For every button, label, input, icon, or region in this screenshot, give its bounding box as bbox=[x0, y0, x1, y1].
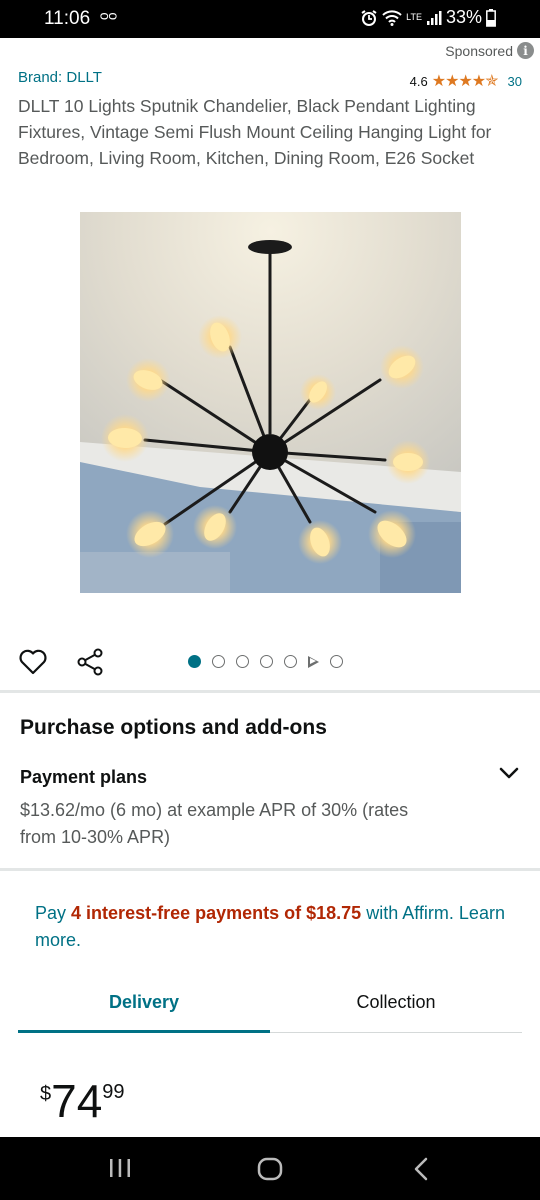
status-icons: LTE 33% bbox=[360, 7, 496, 28]
affirm-highlight: 4 interest-free payments of $18.75 bbox=[71, 903, 362, 923]
divider bbox=[0, 690, 540, 693]
price-whole: 74 bbox=[51, 1075, 103, 1127]
payment-plans-label: Payment plans bbox=[20, 767, 148, 787]
tab-collection[interactable]: Collection bbox=[270, 985, 522, 1033]
sponsored-label[interactable]: Sponsored i bbox=[445, 42, 534, 59]
affirm-rest: with Affirm. bbox=[366, 903, 454, 923]
system-nav-bar bbox=[0, 1137, 540, 1200]
battery-percent: 33% bbox=[445, 7, 482, 27]
back-icon[interactable] bbox=[410, 1157, 432, 1181]
price-symbol: $ bbox=[40, 1083, 52, 1105]
divider bbox=[0, 868, 540, 871]
carousel-dot[interactable] bbox=[260, 655, 273, 668]
payment-plan-text: $13.62/mo (6 mo) at example APR of 30% (… bbox=[20, 800, 409, 847]
image-carousel-indicator[interactable] bbox=[188, 655, 343, 668]
signal-icon bbox=[426, 10, 442, 25]
heart-icon[interactable] bbox=[18, 647, 48, 677]
carousel-dot-active[interactable] bbox=[188, 655, 201, 668]
chevron-down-icon[interactable] bbox=[498, 762, 520, 784]
product-title: DLLT 10 Lights Sputnik Chandelier, Black… bbox=[18, 96, 492, 168]
home-icon[interactable] bbox=[257, 1157, 283, 1181]
chandelier-image bbox=[80, 212, 461, 593]
recent-apps-icon[interactable] bbox=[108, 1157, 132, 1179]
voicemail-icon: ᴑᴑ bbox=[100, 7, 118, 23]
product-image[interactable] bbox=[80, 212, 461, 593]
affirm-offer[interactable]: Pay 4 interest-free payments of $18.75 w… bbox=[35, 900, 515, 954]
sponsored-text: Sponsored bbox=[445, 42, 513, 59]
carousel-dot[interactable] bbox=[236, 655, 249, 668]
delivery-tabs: Delivery Collection bbox=[18, 985, 522, 1033]
image-actions bbox=[18, 647, 104, 677]
share-icon[interactable] bbox=[76, 647, 104, 677]
carousel-dot[interactable] bbox=[284, 655, 297, 668]
purchase-options-heading: Purchase options and add-ons bbox=[20, 716, 327, 739]
tab-delivery[interactable]: Delivery bbox=[18, 985, 270, 1033]
status-bar: 11:06 ᴑᴑ LTE 33% bbox=[0, 0, 540, 38]
carousel-dot[interactable] bbox=[212, 655, 225, 668]
network-type: LTE bbox=[406, 12, 422, 22]
status-time: 11:06 bbox=[44, 8, 91, 29]
rating-value: 4.6 bbox=[409, 73, 428, 89]
brand-link[interactable]: Brand: DLLT bbox=[18, 69, 102, 86]
alarm-icon bbox=[361, 9, 377, 26]
rating-count[interactable]: 30 bbox=[508, 74, 522, 89]
affirm-pay: Pay bbox=[35, 903, 67, 923]
star-rating-icon: ★★★★✯ bbox=[431, 73, 499, 90]
info-icon[interactable]: i bbox=[517, 42, 534, 59]
wifi-icon bbox=[382, 9, 402, 26]
video-play-icon[interactable] bbox=[308, 655, 319, 668]
carousel-dot[interactable] bbox=[330, 655, 343, 668]
battery-icon bbox=[486, 8, 496, 27]
price: $ 74 99 bbox=[40, 1075, 125, 1127]
rating[interactable]: 4.6 ★★★★✯ 30 bbox=[410, 71, 522, 91]
price-fraction: 99 bbox=[102, 1081, 125, 1103]
